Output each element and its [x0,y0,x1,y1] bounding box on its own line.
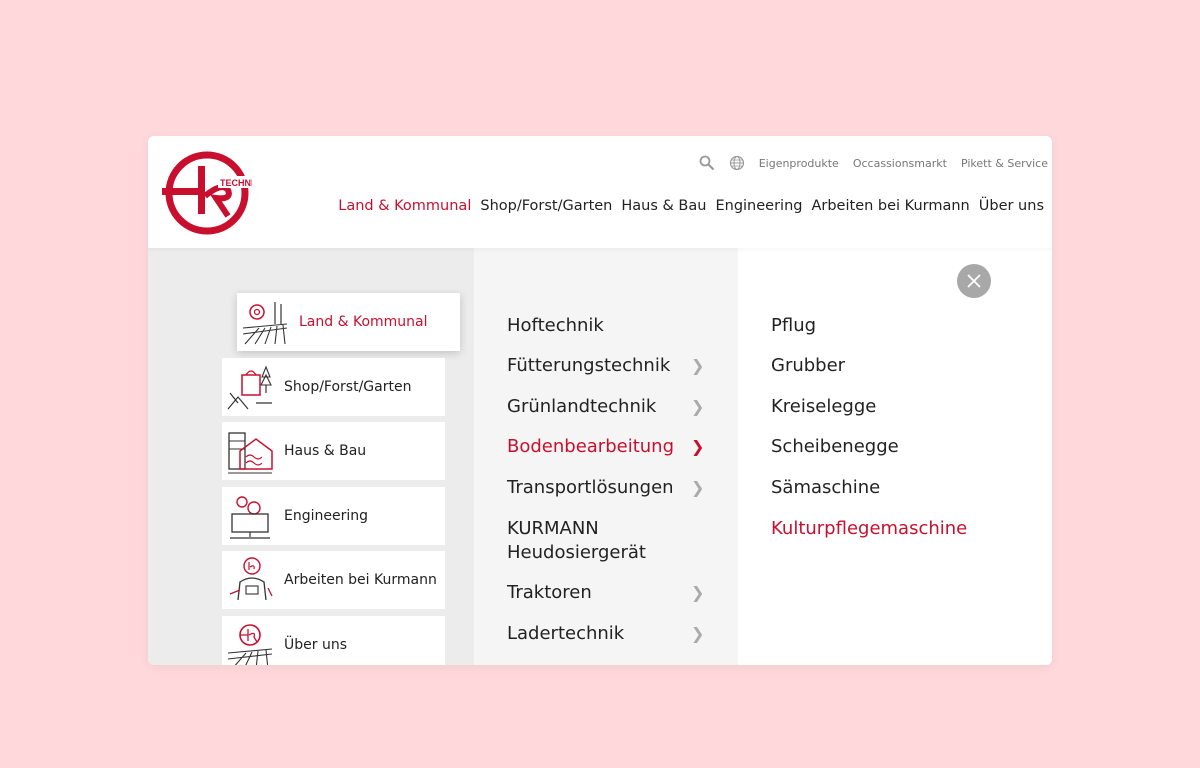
search-icon[interactable] [699,155,715,171]
field-gear-icon [242,302,288,345]
topbar-link-occassionsmarkt[interactable]: Occassionsmarkt [853,157,947,170]
product-item-kulturpflegemaschine[interactable]: Kulturpflegemaschine [771,517,967,541]
product-item-kreiselegge[interactable]: Kreiselegge [771,395,876,419]
engineering-computer-icon [230,496,270,539]
category-card-land-kommunal[interactable]: Land & Kommunal [237,293,460,351]
category-card-shop-forst-garten[interactable]: Shop/Forst/Garten [222,358,445,416]
main-nav: Land & Kommunal Shop/Forst/Garten Haus &… [338,198,1044,214]
topbar: Eigenprodukte Occassionsmarkt Pikett & S… [699,155,1048,171]
nav-land-kommunal[interactable]: Land & Kommunal [338,198,471,214]
category-label: Über uns [284,637,347,653]
category-column: Land & Kommunal Shop/Forst/Garten Haus &… [148,248,474,665]
chevron-right-icon[interactable]: ❯ [691,397,704,416]
globe-icon[interactable] [729,155,745,171]
site-header: TECHNIK Eigenprodukte Occassionsmarkt Pi… [148,136,1052,248]
submenu-item-bodenbearbeitung[interactable]: Bodenbearbeitung [507,435,707,459]
category-label: Haus & Bau [284,443,367,459]
submenu-label-line2: Heudosiergerät [507,542,646,563]
category-card-arbeiten-bei-kurmann[interactable]: Arbeiten bei Kurmann [222,551,445,609]
kurmann-logo[interactable]: TECHNIK [162,148,252,238]
category-card-engineering[interactable]: Engineering [222,487,445,545]
chevron-right-icon[interactable]: ❯ [691,624,704,643]
topbar-link-eigenprodukte[interactable]: Eigenprodukte [759,157,839,170]
nav-engineering[interactable]: Engineering [715,198,802,214]
category-label: Engineering [284,508,368,524]
product-item-grubber[interactable]: Grubber [771,354,845,378]
close-icon [967,274,981,288]
svg-text:TECHNIK: TECHNIK [220,178,252,188]
submenu-item-traktoren[interactable]: Traktoren [507,581,707,605]
worker-icon [229,557,273,601]
category-card-ueber-uns[interactable]: Über uns [222,616,445,665]
chevron-right-icon[interactable]: ❯ [691,583,704,602]
product-item-scheibenegge[interactable]: Scheibenegge [771,435,899,459]
company-logo-field-icon [227,624,273,665]
submenu-item-gruenlandtechnik[interactable]: Grünlandtechnik [507,395,707,419]
chevron-right-icon[interactable]: ❯ [691,356,704,375]
menu-window: TECHNIK Eigenprodukte Occassionsmarkt Pi… [148,136,1052,665]
nav-ueber-uns[interactable]: Über uns [979,198,1044,214]
category-label: Arbeiten bei Kurmann [284,572,437,588]
submenu-column: Hoftechnik Fütterungstechnik ❯ Grünlandt… [474,248,738,665]
chevron-right-icon[interactable]: ❯ [691,437,704,456]
close-button[interactable] [957,264,991,298]
nav-haus-bau[interactable]: Haus & Bau [621,198,706,214]
chevron-right-icon[interactable]: ❯ [691,478,704,497]
submenu-item-kurmann-heudosiergeraet[interactable]: KURMANN Heudosiergerät [507,517,707,565]
product-item-pflug[interactable]: Pflug [771,314,816,338]
submenu-item-ladertechnik[interactable]: Ladertechnik [507,622,707,646]
topbar-link-pikett-service[interactable]: Pikett & Service [961,157,1048,170]
house-building-icon [228,432,273,474]
nav-arbeiten-bei-kurmann[interactable]: Arbeiten bei Kurmann [811,198,969,214]
category-card-haus-bau[interactable]: Haus & Bau [222,422,445,480]
product-item-saemaschine[interactable]: Sämaschine [771,476,880,500]
submenu-label-line1: KURMANN [507,518,599,539]
submenu-item-transportloesungen[interactable]: Transportlösungen [507,476,707,500]
product-column: Pflug Grubber Kreiselegge Scheibenegge S… [738,248,1052,665]
shop-garden-icon [227,365,272,410]
category-label: Land & Kommunal [299,314,428,330]
submenu-item-fuetterungstechnik[interactable]: Fütterungstechnik [507,354,707,378]
nav-shop-forst-garten[interactable]: Shop/Forst/Garten [480,198,612,214]
category-label: Shop/Forst/Garten [284,379,412,395]
submenu-item-hoftechnik[interactable]: Hoftechnik [507,314,707,338]
